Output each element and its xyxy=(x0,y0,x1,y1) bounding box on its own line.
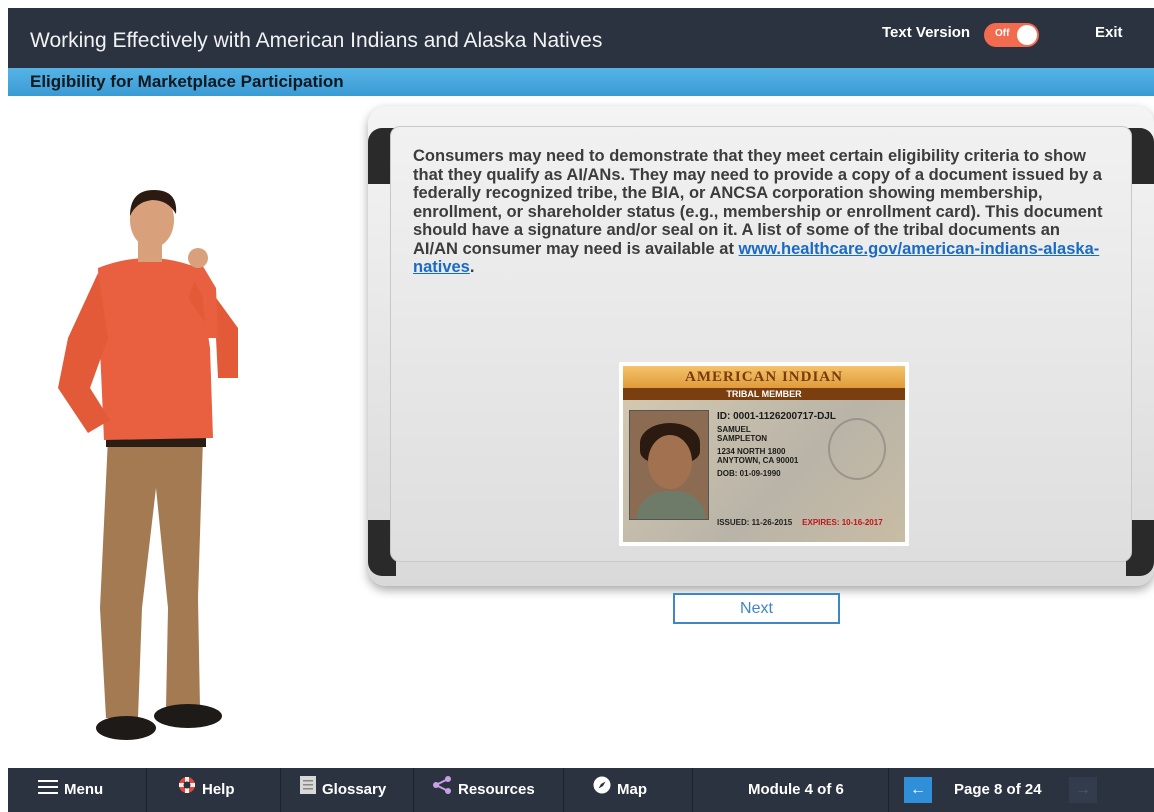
text-version-toggle[interactable]: Off xyxy=(984,23,1039,47)
photo-face xyxy=(648,435,692,489)
id-card-body: AMERICAN INDIAN TRIBAL MEMBER ID: 0001-1… xyxy=(623,366,905,542)
help-button[interactable]: Help xyxy=(178,768,235,812)
seal-icon xyxy=(828,418,886,480)
id-name-first: SAMUEL xyxy=(717,425,751,434)
module-label: Module 4 of 6 xyxy=(748,781,844,798)
menu-button[interactable]: Menu xyxy=(38,768,103,812)
id-address-1: 1234 NORTH 1800 xyxy=(717,447,786,456)
previous-page-button[interactable]: ← xyxy=(904,777,932,803)
tribal-id-card-image: AMERICAN INDIAN TRIBAL MEMBER ID: 0001-1… xyxy=(619,362,909,546)
divider xyxy=(888,768,889,812)
divider xyxy=(413,768,414,812)
section-bar: Eligibility for Marketplace Participatio… xyxy=(8,68,1154,96)
text-version-label: Text Version xyxy=(882,24,971,41)
menu-label: Menu xyxy=(64,781,104,798)
id-name-last: SAMPLETON xyxy=(717,434,768,443)
toggle-knob xyxy=(1017,25,1037,45)
id-number: ID: 0001-1126200717-DJL xyxy=(717,411,836,422)
body-text-end: . xyxy=(469,258,475,276)
arrow-left-icon: ← xyxy=(910,781,926,798)
glossary-label: Glossary xyxy=(322,781,387,798)
id-card-banner: AMERICAN INDIAN xyxy=(623,366,905,388)
resources-button[interactable]: Resources xyxy=(432,768,535,812)
compass-icon xyxy=(593,768,611,812)
id-address-2: ANYTOWN, CA 90001 xyxy=(717,456,799,465)
content-board: Consumers may need to demonstrate that t… xyxy=(368,106,1154,586)
lifebuoy-icon xyxy=(178,768,196,812)
section-title: Eligibility for Marketplace Participatio… xyxy=(30,72,344,91)
id-card-subtitle: TRIBAL MEMBER xyxy=(623,388,905,400)
id-card-dates: ISSUED: 11-26-2015 EXPIRES: 10-16-2017 xyxy=(717,518,883,527)
share-icon xyxy=(432,768,452,812)
next-button[interactable]: Next xyxy=(673,593,840,624)
photo-shirt xyxy=(636,491,706,519)
map-label: Map xyxy=(617,781,647,798)
arrow-right-icon: → xyxy=(1075,781,1091,798)
glossary-button[interactable]: Glossary xyxy=(300,768,386,812)
person-illustration xyxy=(58,190,238,740)
id-card-photo xyxy=(629,410,709,520)
id-expires: EXPIRES: 10-16-2017 xyxy=(802,518,883,527)
footer-nav: Menu Help Glossary Resources Map Module … xyxy=(8,768,1154,812)
id-issued: ISSUED: 11-26-2015 xyxy=(717,518,793,527)
header-bar: Working Effectively with American Indian… xyxy=(8,8,1154,68)
toggle-state-label: Off xyxy=(995,28,1010,39)
id-dob: DOB: 01-09-1990 xyxy=(717,469,781,478)
course-title: Working Effectively with American Indian… xyxy=(30,29,603,52)
module-indicator: Module 4 of 6 xyxy=(748,768,844,812)
page-indicator: Page 8 of 24 xyxy=(954,768,1042,812)
resources-label: Resources xyxy=(458,781,535,798)
map-button[interactable]: Map xyxy=(593,768,647,812)
id-card-details: ID: 0001-1126200717-DJL SAMUEL SAMPLETON… xyxy=(717,411,836,479)
page-label: Page 8 of 24 xyxy=(954,781,1042,798)
help-label: Help xyxy=(202,781,235,798)
page-frame: Working Effectively with American Indian… xyxy=(8,8,1154,812)
board-panel: Consumers may need to demonstrate that t… xyxy=(390,126,1132,562)
divider xyxy=(692,768,693,812)
divider xyxy=(280,768,281,812)
body-paragraph: Consumers may need to demonstrate that t… xyxy=(413,147,1103,277)
next-page-button[interactable]: → xyxy=(1069,777,1097,803)
book-icon xyxy=(300,768,316,812)
divider xyxy=(563,768,564,812)
divider xyxy=(146,768,147,812)
exit-button[interactable]: Exit xyxy=(1095,24,1123,41)
hamburger-icon xyxy=(38,768,58,812)
